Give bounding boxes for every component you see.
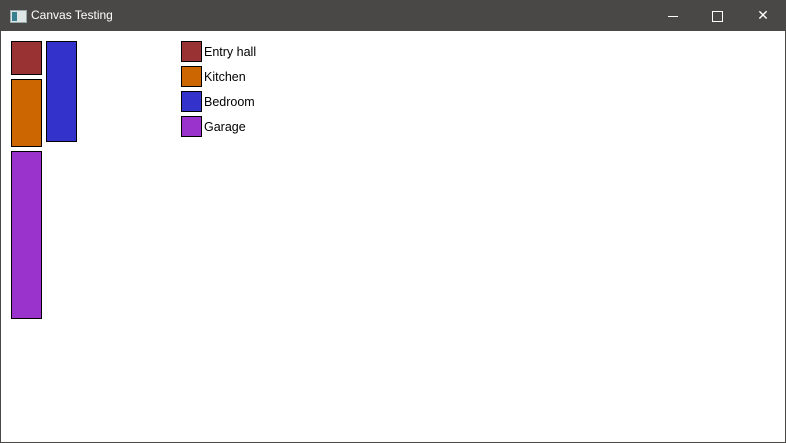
legend-swatch xyxy=(181,116,202,137)
minimize-icon xyxy=(668,15,678,17)
legend-swatch xyxy=(181,41,202,62)
room-bedroom xyxy=(46,41,77,142)
legend-item-bedroom: Bedroom xyxy=(181,91,255,112)
canvas: Entry hall Kitchen Bedroom Garage xyxy=(1,31,785,442)
legend-swatch xyxy=(181,91,202,112)
app-window-icon xyxy=(10,10,27,23)
legend-item-kitchen: Kitchen xyxy=(181,66,246,87)
room-entry-hall xyxy=(11,41,42,75)
legend-item-entry-hall: Entry hall xyxy=(181,41,256,62)
close-button[interactable]: ✕ xyxy=(740,1,786,31)
window-title: Canvas Testing xyxy=(31,8,113,22)
legend-label: Garage xyxy=(204,119,246,134)
legend-label: Bedroom xyxy=(204,94,255,109)
app-window: Canvas Testing ✕ Entry hall Kitchen Bedr… xyxy=(0,0,786,443)
close-icon: ✕ xyxy=(757,8,769,24)
title-bar[interactable]: Canvas Testing ✕ xyxy=(1,1,785,31)
maximize-button[interactable] xyxy=(694,1,740,31)
maximize-icon xyxy=(711,10,723,22)
legend-swatch xyxy=(181,66,202,87)
minimize-button[interactable] xyxy=(650,1,696,31)
legend-label: Kitchen xyxy=(204,69,246,84)
legend-label: Entry hall xyxy=(204,44,257,59)
room-garage xyxy=(11,151,42,319)
room-kitchen xyxy=(11,79,42,147)
legend-item-garage: Garage xyxy=(181,116,246,137)
